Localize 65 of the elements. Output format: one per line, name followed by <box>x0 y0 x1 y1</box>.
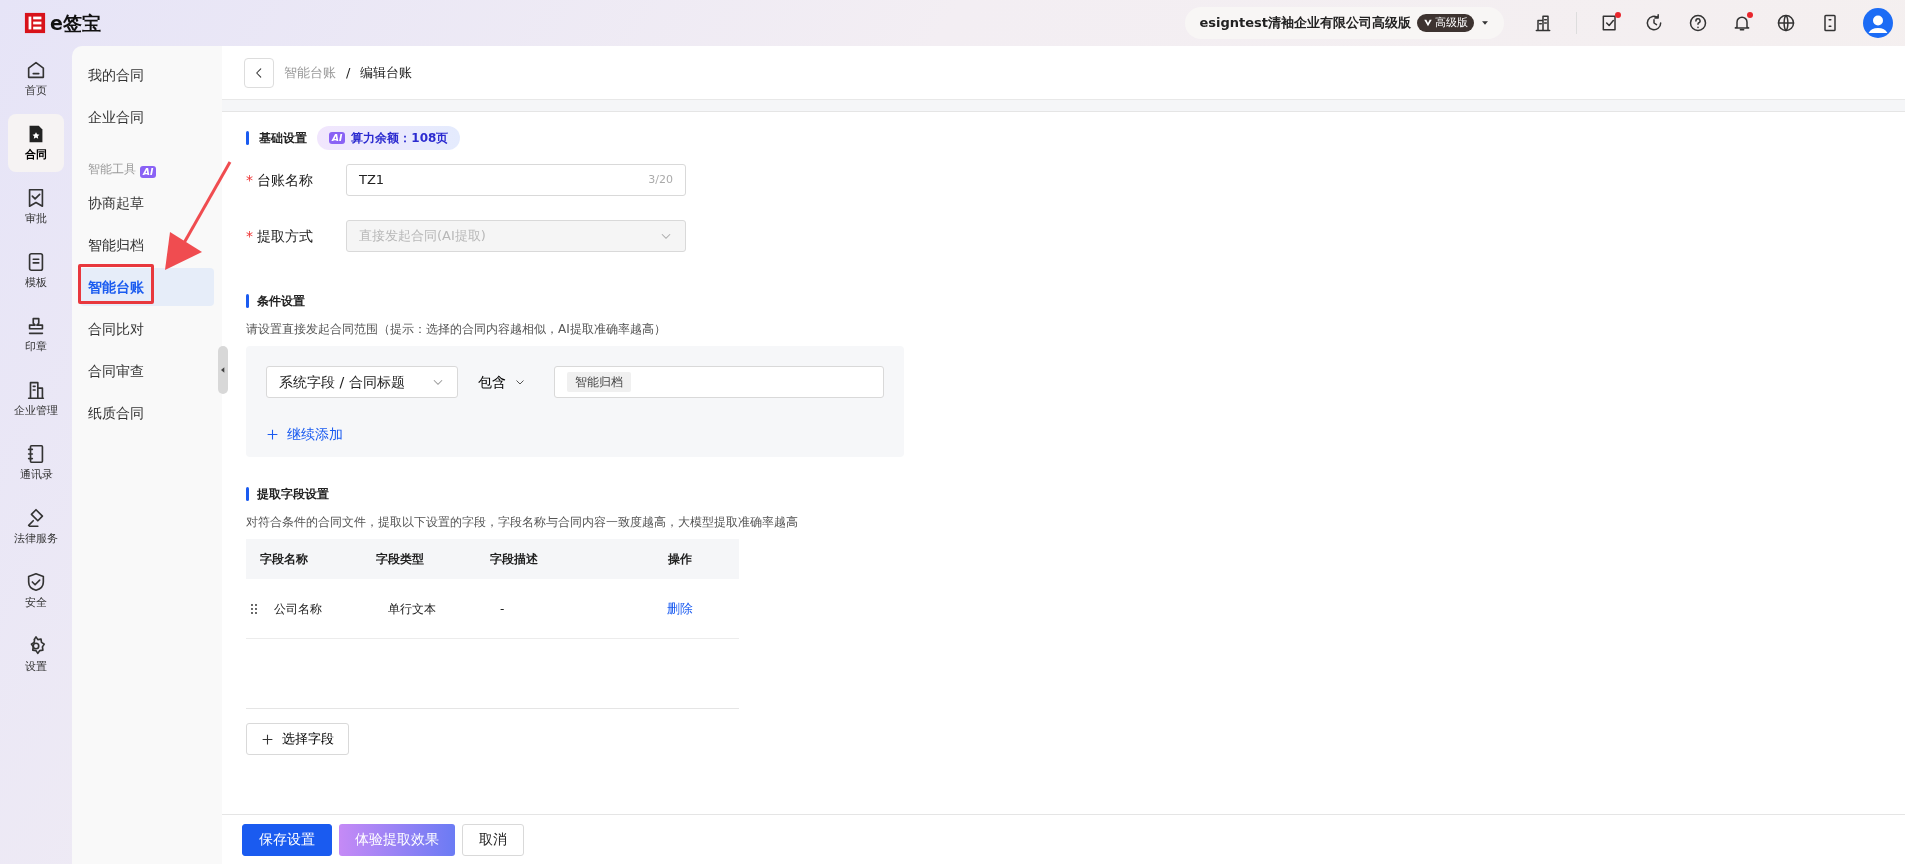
column-header: 字段类型 <box>376 551 425 568</box>
organization-name: esigntest清袖企业有限公司高级版 <box>1199 14 1411 33</box>
plus-icon <box>266 428 279 441</box>
rail-item[interactable]: 企业管理 <box>8 370 64 428</box>
logo-text: e签宝 <box>50 10 101 36</box>
rail-item[interactable]: 审批 <box>8 178 64 236</box>
rail-item[interactable]: 通讯录 <box>8 434 64 492</box>
plan-badge: 高级版 <box>1417 13 1474 33</box>
section-title: 基础设置 <box>259 130 307 147</box>
building-icon[interactable] <box>1533 13 1553 33</box>
choose-field-button[interactable]: 选择字段 <box>246 723 349 755</box>
hint-text: 请设置直接发起合同范围（提示：选择的合同内容越相似，AI提取准确率越高） <box>246 321 667 338</box>
value-input[interactable]: 智能归档 <box>553 366 884 398</box>
refresh-icon[interactable] <box>1644 13 1664 33</box>
sidebar-item[interactable]: 我的合同 <box>80 56 214 94</box>
rail-item[interactable]: 首页 <box>8 50 64 108</box>
sidebar-item[interactable]: 智能归档 <box>80 226 214 264</box>
delete-link[interactable]: 删除 <box>667 598 693 619</box>
table-cell-text: 单行文本 <box>387 600 437 618</box>
breadcrumb-separator: / <box>346 63 351 82</box>
section-heading: 智能工具 <box>88 161 136 178</box>
rail-item[interactable]: 合同 <box>8 114 64 172</box>
help-icon[interactable] <box>1688 13 1708 33</box>
column-header: 操作 <box>667 551 693 568</box>
name-input[interactable]: TZ1 3/20 <box>346 164 686 196</box>
add-condition-link[interactable]: 继续添加 <box>266 424 343 445</box>
rail-item[interactable]: 印章 <box>8 306 64 364</box>
globe-icon[interactable] <box>1776 13 1796 33</box>
rail-item[interactable]: 法律服务 <box>8 498 64 556</box>
rail-item[interactable]: 模板 <box>8 242 64 300</box>
sidebar-item[interactable]: 合同比对 <box>80 310 214 348</box>
value-tag: 智能归档 <box>566 372 631 392</box>
table-cell-text: 公司名称 <box>274 600 322 618</box>
logo-icon <box>24 12 46 34</box>
section-title: 提取字段设置 <box>257 486 329 503</box>
column-header: 字段描述 <box>490 551 539 568</box>
quota-badge: AI 算力余额：108页 <box>317 126 461 150</box>
shield-icon <box>25 570 47 593</box>
field-select[interactable]: 系统字段 / 合同标题 <box>266 366 458 398</box>
organization-switcher[interactable]: esigntest清袖企业有限公司高级版 高级版 <box>1185 7 1504 39</box>
breadcrumb-current: 编辑台账 <box>360 63 413 82</box>
field-label: * 台账名称 <box>246 170 315 190</box>
footer-button[interactable]: 保存设置 <box>242 823 332 856</box>
section-title: 条件设置 <box>257 293 305 310</box>
character-count: 3/20 <box>648 171 673 188</box>
ai-tag: AI <box>140 166 157 178</box>
operator-select[interactable]: 包含 <box>478 371 534 393</box>
cancel-button[interactable]: 取消 <box>462 823 524 856</box>
table-cell-text: - <box>499 600 506 618</box>
triangle-icon <box>219 366 227 374</box>
column-header: 字段名称 <box>259 551 309 568</box>
collapse-handle[interactable] <box>218 346 228 394</box>
hint-text: 对符合条件的合同文件，提取以下设置的字段，字段名称与合同内容一致度越高，大模型提取准确率越高 <box>246 514 799 531</box>
sidebar-item[interactable]: 纸质合同 <box>80 394 214 432</box>
sidebar-item[interactable]: 企业合同 <box>80 98 214 136</box>
sidebar-item[interactable]: 智能台账 <box>80 268 214 306</box>
drag-handle-icon[interactable] <box>248 601 260 616</box>
plus-icon <box>261 732 274 746</box>
v-icon <box>1423 18 1433 28</box>
avatar-icon[interactable] <box>1863 8 1893 38</box>
field-label: * 提取方式 <box>246 226 315 246</box>
sidebar-item[interactable]: 协商起草 <box>80 184 214 222</box>
rail-item[interactable]: 安全 <box>8 562 64 620</box>
rail-item[interactable]: 设置 <box>8 626 64 684</box>
sidebar-item[interactable]: 合同审查 <box>80 352 214 390</box>
